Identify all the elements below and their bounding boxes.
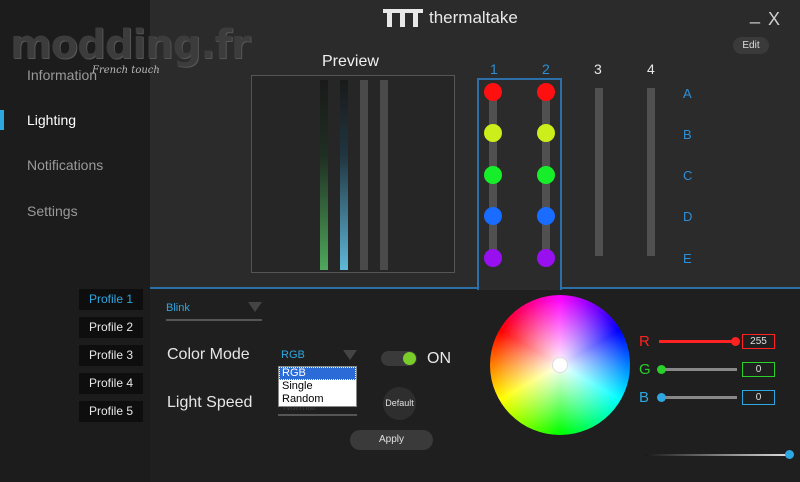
power-toggle-knob[interactable] [403, 352, 416, 365]
effect-dropdown-caret-icon[interactable] [248, 302, 262, 312]
minimize-button[interactable]: _ [750, 4, 760, 25]
thermaltake-logo-icon [383, 9, 423, 27]
apply-button[interactable]: Apply [350, 430, 433, 450]
red-channel-fill [659, 340, 735, 343]
profile-button-4[interactable]: Profile 4 [79, 373, 143, 394]
fan-2-led-a[interactable] [537, 83, 555, 101]
fan-1-led-a[interactable] [484, 83, 502, 101]
brand-logo: thermaltake [383, 8, 518, 28]
blue-channel-track[interactable] [659, 396, 737, 399]
fan-column-3[interactable]: 3 [594, 61, 602, 77]
fan-1-led-e[interactable] [484, 249, 502, 267]
profile-button-5[interactable]: Profile 5 [79, 401, 143, 422]
green-channel-label: G [639, 361, 651, 378]
led-row-label: D [683, 209, 693, 224]
nav-active-indicator [0, 110, 4, 130]
watermark-tagline: French touch [92, 65, 160, 76]
fan-2-led-b[interactable] [537, 124, 555, 142]
profile-button-3[interactable]: Profile 3 [79, 345, 143, 366]
green-channel-thumb[interactable] [657, 365, 666, 374]
red-channel-thumb[interactable] [731, 337, 740, 346]
led-row-label: C [683, 168, 693, 183]
brightness-slider-track[interactable] [645, 454, 790, 456]
color-mode-label: Color Mode [167, 346, 250, 363]
preview-fan-bar [340, 80, 348, 270]
color-mode-option-single[interactable]: Single [279, 380, 356, 393]
led-row-label: B [683, 127, 692, 142]
blue-channel-thumb[interactable] [657, 393, 666, 402]
fan-track [595, 88, 603, 256]
led-row-label: E [683, 251, 692, 266]
fan-1-led-b[interactable] [484, 124, 502, 142]
color-mode-option-random[interactable]: Random [279, 393, 356, 406]
color-mode-option-rgb[interactable]: RGB [279, 367, 356, 380]
color-wheel-picker-handle[interactable] [552, 357, 568, 373]
fan-1-led-d[interactable] [484, 207, 502, 225]
close-button[interactable]: X [768, 9, 780, 30]
light-speed-label: Light Speed [167, 394, 253, 411]
fan-column-4[interactable]: 4 [647, 61, 655, 77]
red-channel-value[interactable]: 255 [742, 334, 775, 349]
fan-column-1[interactable]: 1 [490, 61, 498, 77]
fan-track [647, 88, 655, 256]
nav-item-notifications[interactable]: Notifications [27, 157, 103, 173]
preview-title: Preview [322, 53, 379, 70]
edit-button[interactable]: Edit [733, 37, 769, 54]
blue-channel-label: B [639, 389, 650, 406]
profile-button-2[interactable]: Profile 2 [79, 317, 143, 338]
preview-box [251, 75, 455, 273]
color-mode-options-list: RGB Single Random [278, 366, 357, 407]
brand-name: thermaltake [429, 8, 518, 27]
nav-item-information[interactable]: Information [27, 67, 97, 83]
preview-fan-bar [380, 80, 388, 270]
blue-channel-value[interactable]: 0 [742, 390, 775, 405]
red-channel-label: R [639, 333, 650, 350]
color-mode-dropdown-value[interactable]: RGB [281, 349, 305, 361]
power-state-label: ON [427, 350, 451, 367]
fan-2-led-e[interactable] [537, 249, 555, 267]
fan-2-led-c[interactable] [537, 166, 555, 184]
fan-2-led-d[interactable] [537, 207, 555, 225]
light-speed-dropdown-underline [278, 414, 357, 416]
nav-item-settings[interactable]: Settings [27, 203, 78, 219]
brightness-slider-thumb[interactable] [785, 450, 794, 459]
nav-item-lighting[interactable]: Lighting [27, 112, 76, 128]
led-row-label: A [683, 86, 692, 101]
profile-button-1[interactable]: Profile 1 [79, 289, 143, 310]
lighting-controls-area [150, 287, 800, 482]
preview-fan-bar [320, 80, 328, 270]
fan-column-2[interactable]: 2 [542, 61, 550, 77]
effect-dropdown-value[interactable]: Blink [166, 302, 190, 314]
fan-1-led-c[interactable] [484, 166, 502, 184]
default-button[interactable]: Default [383, 387, 416, 420]
green-channel-value[interactable]: 0 [742, 362, 775, 377]
color-mode-dropdown-caret-icon[interactable] [343, 350, 357, 360]
effect-dropdown-underline [166, 319, 262, 321]
green-channel-track[interactable] [659, 368, 737, 371]
watermark-logo: modding.fr [10, 22, 251, 68]
preview-fan-bar [360, 80, 368, 270]
